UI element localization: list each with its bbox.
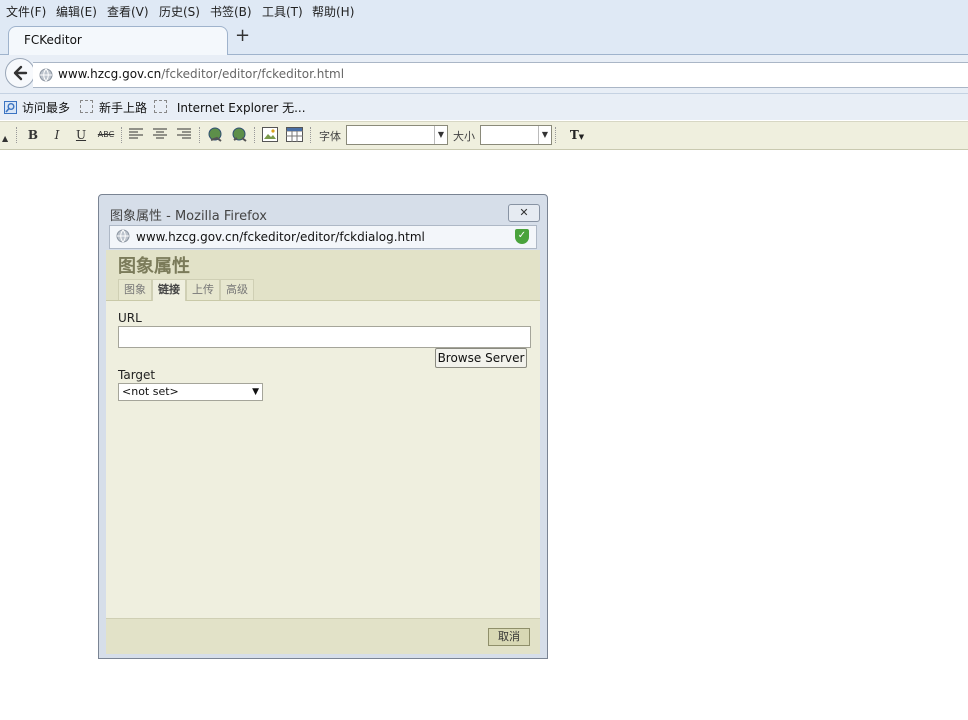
url-label: URL xyxy=(118,311,142,325)
toolbar-separator xyxy=(199,127,202,143)
close-button[interactable]: ✕ xyxy=(508,204,540,222)
cancel-button[interactable]: 取消 xyxy=(488,628,530,646)
bold-button[interactable]: B xyxy=(25,126,41,144)
menu-bar: 文件(F) 编辑(E) 查看(V) 历史(S) 书签(B) 工具(T) 帮助(H… xyxy=(0,0,968,22)
menu-tools[interactable]: 工具(T) xyxy=(262,3,303,20)
align-right-icon[interactable] xyxy=(177,128,191,140)
dropdown-arrow-icon: ▼ xyxy=(578,132,585,141)
dropdown-arrow-icon: ▼ xyxy=(252,387,259,397)
dialog-header: 图象属性 图象 链接 上传 高级 xyxy=(106,250,540,301)
image-properties-dialog: 图象属性 - Mozilla Firefox ✕ www.hzcg.gov.cn… xyxy=(98,194,548,659)
globe-icon xyxy=(39,68,53,82)
underline-button[interactable]: U xyxy=(73,126,89,144)
menu-help[interactable]: 帮助(H) xyxy=(312,3,354,20)
italic-button[interactable]: I xyxy=(49,126,65,144)
dialog-body: 图象属性 图象 链接 上传 高级 URL Browse Server Targe… xyxy=(106,250,540,654)
menu-bookmarks[interactable]: 书签(B) xyxy=(210,3,252,20)
dialog-url-text: www.hzcg.gov.cn/fckeditor/editor/fckdial… xyxy=(136,230,425,244)
menu-edit[interactable]: 编辑(E) xyxy=(56,3,97,20)
align-center-icon[interactable] xyxy=(153,128,167,140)
toolbar-separator xyxy=(16,127,19,143)
url-host: www.hzcg.gov.cn xyxy=(58,67,162,81)
globe-icon xyxy=(116,229,130,243)
collapse-toolbar-icon[interactable]: ▲ xyxy=(2,130,8,148)
dropdown-arrow-icon: ▼ xyxy=(434,126,447,144)
bookmark-label: Internet Explorer 无... xyxy=(176,101,306,115)
font-select[interactable]: ▼ xyxy=(346,125,448,145)
image-icon[interactable] xyxy=(262,127,278,142)
tab-advanced[interactable]: 高级 xyxy=(220,279,254,300)
toolbar-separator xyxy=(254,127,257,143)
navigation-bar: www.hzcg.gov.cn/fckeditor/editor/fckedit… xyxy=(0,55,968,94)
bookmarks-bar: 访问最多 新手上路 Internet Explorer 无... xyxy=(0,94,968,120)
menu-file[interactable]: 文件(F) xyxy=(6,3,46,20)
dialog-heading: 图象属性 xyxy=(118,256,190,277)
url-input[interactable] xyxy=(118,326,531,348)
menu-history[interactable]: 历史(S) xyxy=(159,3,200,20)
text-color-icon: T xyxy=(569,128,579,142)
bookmark-getting-started[interactable]: 新手上路 xyxy=(80,99,147,116)
url-bar[interactable]: www.hzcg.gov.cn/fckeditor/editor/fckedit… xyxy=(33,62,968,88)
align-left-icon[interactable] xyxy=(129,128,143,140)
new-tab-button[interactable]: + xyxy=(235,25,250,46)
shield-check-icon: ✓ xyxy=(515,229,529,244)
size-label: 大小 xyxy=(453,130,475,143)
fck-toolbar: ▲ B I U ABC 字体 ▼ 大小 ▼ T▼ xyxy=(0,121,968,150)
target-select[interactable]: <not set> ▼ xyxy=(118,383,263,401)
tab-title: FCKeditor xyxy=(24,33,82,47)
size-select[interactable]: ▼ xyxy=(480,125,552,145)
font-label: 字体 xyxy=(319,130,341,143)
strikethrough-button[interactable]: ABC xyxy=(95,126,117,144)
bookmark-label: 新手上路 xyxy=(99,101,148,115)
tab-bar: FCKeditor + xyxy=(0,22,968,55)
link-icon[interactable] xyxy=(207,126,224,143)
url-path: /fckeditor/editor/fckeditor.html xyxy=(161,67,345,81)
table-icon[interactable] xyxy=(286,127,303,142)
dialog-url-bar: www.hzcg.gov.cn/fckeditor/editor/fckdial… xyxy=(109,225,537,249)
dialog-window-title: 图象属性 - Mozilla Firefox xyxy=(110,209,267,224)
back-arrow-icon xyxy=(13,65,28,81)
tab-link[interactable]: 链接 xyxy=(152,279,186,301)
bookmark-most-visited[interactable]: 访问最多 xyxy=(4,99,70,116)
target-selected-value: <not set> xyxy=(122,385,179,398)
most-visited-icon xyxy=(4,101,17,114)
back-button[interactable] xyxy=(5,58,35,88)
dialog-footer: 取消 xyxy=(106,618,540,654)
target-label: Target xyxy=(118,368,156,382)
tab-upload[interactable]: 上传 xyxy=(186,279,220,300)
unlink-icon[interactable] xyxy=(231,126,248,143)
toolbar-separator xyxy=(310,127,313,143)
toolbar-separator xyxy=(555,127,558,143)
menu-view[interactable]: 查看(V) xyxy=(107,3,149,20)
text-color-button[interactable]: T▼ xyxy=(563,126,591,144)
dropdown-arrow-icon: ▼ xyxy=(538,126,551,144)
tab-image[interactable]: 图象 xyxy=(118,279,152,300)
url-text: www.hzcg.gov.cn/fckeditor/editor/fckedit… xyxy=(58,67,344,81)
toolbar-separator xyxy=(121,127,124,143)
close-icon: ✕ xyxy=(519,206,529,219)
bookmark-ie[interactable]: Internet Explorer 无... xyxy=(154,99,306,116)
browse-server-button[interactable]: Browse Server xyxy=(435,348,527,368)
tab-fckeditor[interactable]: FCKeditor xyxy=(8,26,228,55)
bookmark-page-icon xyxy=(80,100,93,113)
bookmark-label: 访问最多 xyxy=(22,101,71,115)
bookmark-page-icon xyxy=(154,100,167,113)
